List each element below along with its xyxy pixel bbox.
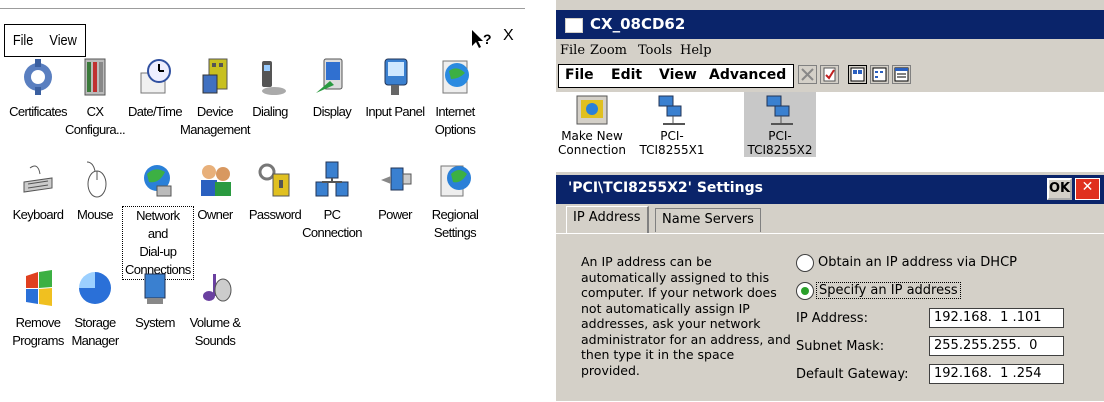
cmd-advanced[interactable]: Advanced	[709, 67, 786, 83]
cp-label: Internet Options	[434, 104, 476, 137]
device-management-icon	[195, 57, 235, 97]
command-toolbar: File Edit View Advanced	[556, 62, 1104, 90]
menu-help[interactable]: Help	[680, 43, 712, 58]
cp-item-pc-connection[interactable]: PC Connection	[297, 160, 367, 242]
default-gateway-field[interactable]: 192.168. 1 .254	[929, 364, 1064, 384]
cp-item-internet-options[interactable]: Internet Options	[420, 57, 490, 139]
subnet-mask-label: Subnet Mask:	[796, 339, 885, 354]
connection-label: PCI- TCI8255X2	[747, 129, 813, 157]
static-ip-radio[interactable]	[796, 282, 814, 300]
display-icon	[312, 57, 352, 97]
dialing-icon	[250, 57, 290, 97]
cp-label: Display	[312, 104, 352, 119]
system-icon	[135, 268, 175, 308]
remove-programs-icon	[18, 268, 58, 308]
window-icon	[565, 18, 583, 33]
cp-item-dialing[interactable]: Dialing	[235, 57, 305, 121]
dhcp-radio-label[interactable]: Obtain an IP address via DHCP	[818, 255, 1017, 270]
close-button[interactable]: X	[503, 27, 514, 45]
top-divider	[0, 8, 525, 9]
details-view-icon[interactable]	[892, 65, 911, 84]
menu-file[interactable]: File	[8, 32, 39, 49]
window-title: CX_08CD62	[590, 15, 686, 33]
tab-ip-address[interactable]: IP Address	[566, 206, 649, 234]
static-ip-radio-label[interactable]: Specify an IP address	[816, 282, 961, 299]
radio-selected-dot	[801, 287, 809, 295]
cp-item-display[interactable]: Display	[297, 57, 367, 121]
connection-label: PCI- TCI8255X1	[639, 129, 705, 157]
cmd-edit[interactable]: Edit	[611, 67, 642, 83]
connections-list: Make New Connection PCI- TCI8255X1 PCI- …	[556, 92, 1104, 172]
dialog-close-button[interactable]: ✕	[1075, 178, 1100, 200]
password-icon	[255, 160, 295, 200]
make-new-connection-icon	[575, 94, 609, 126]
cp-label: Mouse	[76, 207, 114, 222]
cp-item-volume[interactable]: Volume & Sounds	[180, 268, 250, 350]
large-icons-view-icon[interactable]	[848, 65, 867, 84]
owner-icon	[195, 160, 235, 200]
delete-icon[interactable]	[798, 65, 817, 84]
default-gateway-label: Default Gateway:	[796, 367, 909, 382]
network-adapter-icon	[763, 94, 797, 126]
network-adapter-icon	[655, 94, 689, 126]
volume-icon	[195, 268, 235, 308]
ok-button[interactable]: OK	[1047, 178, 1072, 200]
dhcp-radio[interactable]	[796, 254, 814, 272]
ip-address-field[interactable]: 192.168. 1 .101	[929, 308, 1064, 328]
properties-icon[interactable]	[820, 65, 839, 84]
cp-label: Regional Settings	[431, 207, 479, 240]
connection-make-new[interactable]: Make New Connection	[556, 92, 628, 157]
connection-pci-tci8255x1[interactable]: PCI- TCI8255X1	[636, 92, 708, 157]
command-bar: File Edit View Advanced	[558, 64, 794, 88]
menu-group: File View	[4, 24, 87, 57]
window-titlebar: CX_08CD62	[556, 10, 1104, 39]
tab-name-servers[interactable]: Name Servers	[655, 208, 761, 232]
cp-label: Volume & Sounds	[189, 315, 241, 348]
cp-item-regional-settings[interactable]: Regional Settings	[420, 160, 490, 242]
cmd-view[interactable]: View	[659, 67, 697, 83]
cp-label: Dialing	[252, 104, 288, 119]
power-icon	[375, 160, 415, 200]
help-icon[interactable]: ?	[470, 28, 492, 50]
ip-address-label: IP Address:	[796, 311, 868, 326]
settings-tabs: IP Address Name Servers	[556, 206, 1104, 234]
menu-zoom[interactable]: Zoom	[590, 43, 627, 58]
control-panel-menubar: File View ? X	[0, 10, 525, 57]
control-panel-window: File View ? X Certificates CX Configura.…	[0, 0, 525, 401]
menu-view[interactable]: View	[44, 32, 82, 49]
keyboard-icon	[18, 160, 58, 200]
menu-file[interactable]: File	[560, 43, 585, 58]
certificates-icon	[18, 57, 58, 97]
cx-configuration-icon	[75, 57, 115, 97]
settings-dialog-titlebar: 'PCI\TCI8255X2' Settings OK ✕	[556, 175, 1104, 204]
window-menubar: File Zoom Tools Help	[556, 41, 1104, 61]
storage-manager-icon	[75, 268, 115, 308]
subnet-mask-field[interactable]: 255.255.255. 0	[929, 336, 1064, 356]
ip-description: An IP address can be automatically assig…	[581, 254, 791, 378]
network-connections-window: CX_08CD62 File Zoom Tools Help File Edit…	[556, 0, 1104, 401]
pc-connection-icon	[312, 160, 352, 200]
internet-options-icon	[435, 57, 475, 97]
svg-text:?: ?	[483, 31, 492, 47]
connection-pci-tci8255x2[interactable]: PCI- TCI8255X2	[744, 92, 816, 157]
cp-item-mouse[interactable]: Mouse	[60, 160, 130, 224]
menu-tools[interactable]: Tools	[638, 43, 672, 58]
small-icons-view-icon[interactable]	[870, 65, 889, 84]
network-icon	[137, 160, 177, 200]
connection-label: Make New Connection	[558, 129, 626, 157]
cmd-file[interactable]: File	[565, 67, 594, 83]
datetime-icon	[135, 57, 175, 97]
settings-dialog-title: 'PCI\TCI8255X2' Settings	[568, 180, 763, 196]
cp-label: PC Connection	[302, 207, 362, 240]
mouse-icon	[75, 160, 115, 200]
regional-settings-icon	[435, 160, 475, 200]
ip-address-panel: An IP address can be automatically assig…	[556, 233, 1104, 402]
input-panel-icon	[375, 57, 415, 97]
